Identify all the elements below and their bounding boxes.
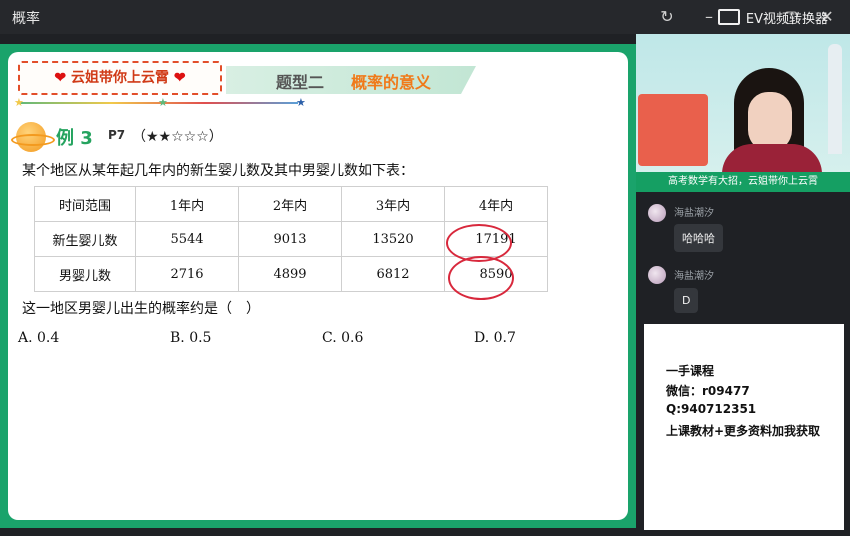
ask-text: 这一地区男婴儿出生的概率约是（ ） [22,301,260,317]
table-header: 1年内 [135,186,239,222]
heart-icon: ❤ [54,70,67,86]
tower-graphic [828,44,842,154]
table-cell: 5544 [135,221,239,257]
star-icon: ★ [158,96,168,109]
planet-ring [11,134,55,146]
star-icon: ★ [296,96,306,109]
table-header: 2年内 [238,186,342,222]
chat-username: 海盐潮汐 [674,271,714,282]
option-d: D. 0.7 [474,330,516,346]
avatar [648,204,666,222]
table-cell: 13520 [341,221,445,257]
video-caption: 高考数学有大招，云姐带你上云霄 [636,172,850,192]
question-text: 某个地区从某年起几年内的新生婴儿数及其中男婴儿数如下表： [22,163,414,179]
option-c: C. 0.6 [322,330,364,346]
promo-line: 上课教材+更多资料加我获取 [666,424,821,438]
envelope-graphic [638,94,708,166]
topic-title: 概率的意义 [351,73,432,92]
topic-number: 题型二 [276,73,325,92]
promo-overlay: 一手课程 微信：r09477 Q:940712351 上课教材+更多资料加我获取 [644,324,844,530]
handwritten-circle [448,256,514,300]
chat-username: 海盐潮汐 [674,208,714,219]
table-cell: 2716 [135,256,239,292]
avatar [648,266,666,284]
topic-banner: 题型二 概率的意义 [226,66,476,94]
window-title: 概率 [12,11,40,27]
converter-watermark: EV视频转换器 [717,8,828,27]
heart-icon: ❤ [173,70,186,86]
camera-icon [717,9,740,25]
table-cell: 4899 [238,256,342,292]
slide-frame: ❤ 云姐带你上云霄 ❤ 题型二 概率的意义 ★ ★ ★ 例 3 P7 （★★☆☆… [0,44,636,528]
star-icon: ★ [14,96,24,109]
teacher-video[interactable]: 高考数学有大招，云姐带你上云霄 [636,34,850,192]
table-header: 4年内 [444,186,548,222]
option-a: A. 0.4 [18,330,60,346]
promo-line: Q:940712351 [666,402,757,416]
difficulty-rating: （★★☆☆☆） [132,129,223,145]
promo-line: 微信：r09477 [666,384,750,398]
table-header: 3年内 [341,186,445,222]
table-cell: 男婴儿数 [34,256,136,292]
minimize-icon[interactable]: – [698,6,720,28]
slogan-banner: ❤ 云姐带你上云霄 ❤ [18,61,222,95]
example-label: 例 3 [56,128,93,149]
table-header: 时间范围 [34,186,136,222]
example-page: P7 [108,128,126,142]
refresh-icon[interactable]: ↻ [656,6,678,28]
teacher-face [748,92,792,152]
table-cell: 6812 [341,256,445,292]
chat-bubble: 哈哈哈 [674,224,723,252]
table-header-row: 时间范围 1年内 2年内 3年内 4年内 [34,186,548,222]
option-b: B. 0.5 [170,330,212,346]
slide: ❤ 云姐带你上云霄 ❤ 题型二 概率的意义 ★ ★ ★ 例 3 P7 （★★☆☆… [8,52,628,520]
table-cell: 新生婴儿数 [34,221,136,257]
chat-bubble: D [674,288,699,313]
table-cell: 9013 [238,221,342,257]
title-bar: 概率 ↻ – ▢ ✕ EV视频转换器 [0,0,850,34]
promo-line: 一手课程 [666,364,715,378]
